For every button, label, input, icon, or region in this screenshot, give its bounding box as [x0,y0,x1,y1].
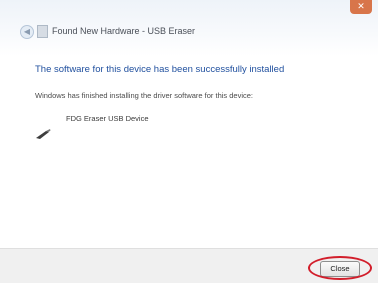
back-arrow-icon: ◀ [23,27,31,36]
usb-device-icon [36,129,51,139]
close-icon: ✕ [357,1,365,11]
window-title: Found New Hardware - USB Eraser [52,26,196,36]
window-close-button[interactable]: ✕ [350,0,372,14]
wizard-window: ✕ ◀ Found New Hardware - USB Eraser The … [0,0,378,283]
device-name: FDG Eraser USB Device [66,114,149,123]
success-heading: The software for this device has been su… [35,64,285,75]
close-button[interactable]: Close [320,261,360,277]
title-bar: ✕ ◀ Found New Hardware - USB Eraser [0,0,378,56]
hardware-wizard-icon [37,25,48,38]
back-button[interactable]: ◀ [20,25,34,39]
install-status-text: Windows has finished installing the driv… [35,91,254,100]
